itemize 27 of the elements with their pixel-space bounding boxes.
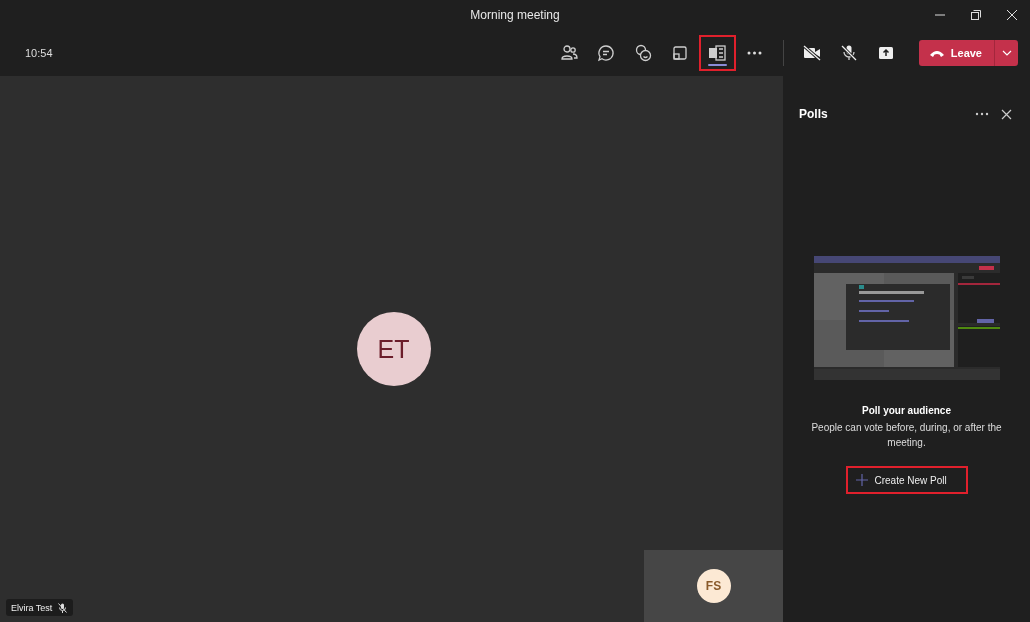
- polls-app-icon: [708, 44, 727, 62]
- minimize-icon: [935, 14, 945, 16]
- self-avatar: FS: [696, 569, 731, 603]
- close-icon: [1006, 9, 1018, 21]
- restore-icon: [970, 9, 982, 21]
- window-title: Morning meeting: [470, 8, 560, 22]
- panel-title: Polls: [799, 107, 829, 121]
- empty-state-heading: Poll your audience: [862, 405, 951, 416]
- meeting-time: 10:54: [25, 47, 54, 59]
- plus-icon: [855, 474, 868, 486]
- participant-avatar: ET: [356, 312, 431, 386]
- people-icon: [560, 44, 579, 62]
- reaction-icon: [634, 44, 653, 62]
- chat-icon: [597, 44, 616, 62]
- participant-name: Elvira Test: [11, 602, 53, 613]
- polls-button[interactable]: [698, 35, 736, 71]
- camera-off-icon: [802, 44, 823, 62]
- caret-icon: [1001, 50, 1012, 56]
- share-icon: [877, 44, 896, 62]
- close-icon: [1000, 108, 1012, 120]
- more-icon: [746, 51, 762, 55]
- empty-state-text: People can vote before, during, or after the meeting.: [810, 421, 1003, 450]
- create-poll-button[interactable]: Create New Poll: [845, 466, 968, 494]
- phone-icon: [928, 48, 945, 58]
- more-icon: [975, 112, 989, 116]
- layout-icon: [671, 44, 690, 62]
- mic-off-icon: [840, 44, 859, 62]
